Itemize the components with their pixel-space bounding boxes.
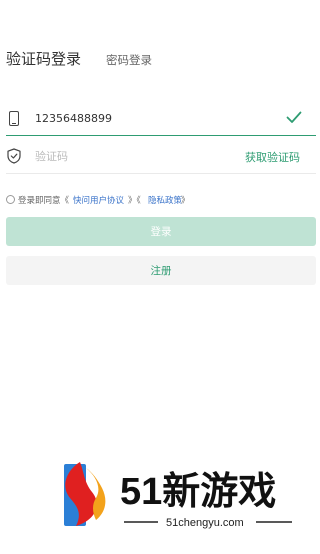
site-watermark: 51新游戏 51chengyu.com: [64, 462, 292, 529]
tab-password-login[interactable]: 密码登录: [106, 52, 152, 68]
phone-input[interactable]: [35, 100, 265, 136]
tab-sms-login[interactable]: 验证码登录: [6, 48, 81, 69]
agreement-suffix: 》: [181, 196, 190, 206]
user-agreement-link[interactable]: 快问用户协议: [73, 194, 124, 206]
login-button[interactable]: 登录: [6, 217, 316, 246]
watermark-brand-text: 51新游戏: [120, 471, 276, 513]
get-code-button[interactable]: 获取验证码: [245, 149, 300, 165]
agreement-separator: 》《: [128, 196, 141, 206]
phone-row: [6, 100, 316, 136]
register-button[interactable]: 注册: [6, 256, 316, 285]
login-tabs: 验证码登录 密码登录: [6, 46, 306, 72]
check-icon: [286, 111, 302, 123]
agreement-prefix: 登录即同意《: [18, 196, 70, 206]
privacy-policy-link[interactable]: 隐私政策: [148, 194, 182, 206]
agree-radio[interactable]: [6, 195, 15, 204]
watermark-url-text: 51chengyu.com: [166, 517, 244, 529]
phone-icon: [9, 111, 19, 126]
agreement-row: 登录即同意《 快问用户协议 》《 隐私政策 》: [6, 194, 306, 206]
code-input[interactable]: [35, 138, 265, 174]
shield-check-icon: [7, 148, 21, 164]
code-row: 获取验证码: [6, 138, 316, 174]
